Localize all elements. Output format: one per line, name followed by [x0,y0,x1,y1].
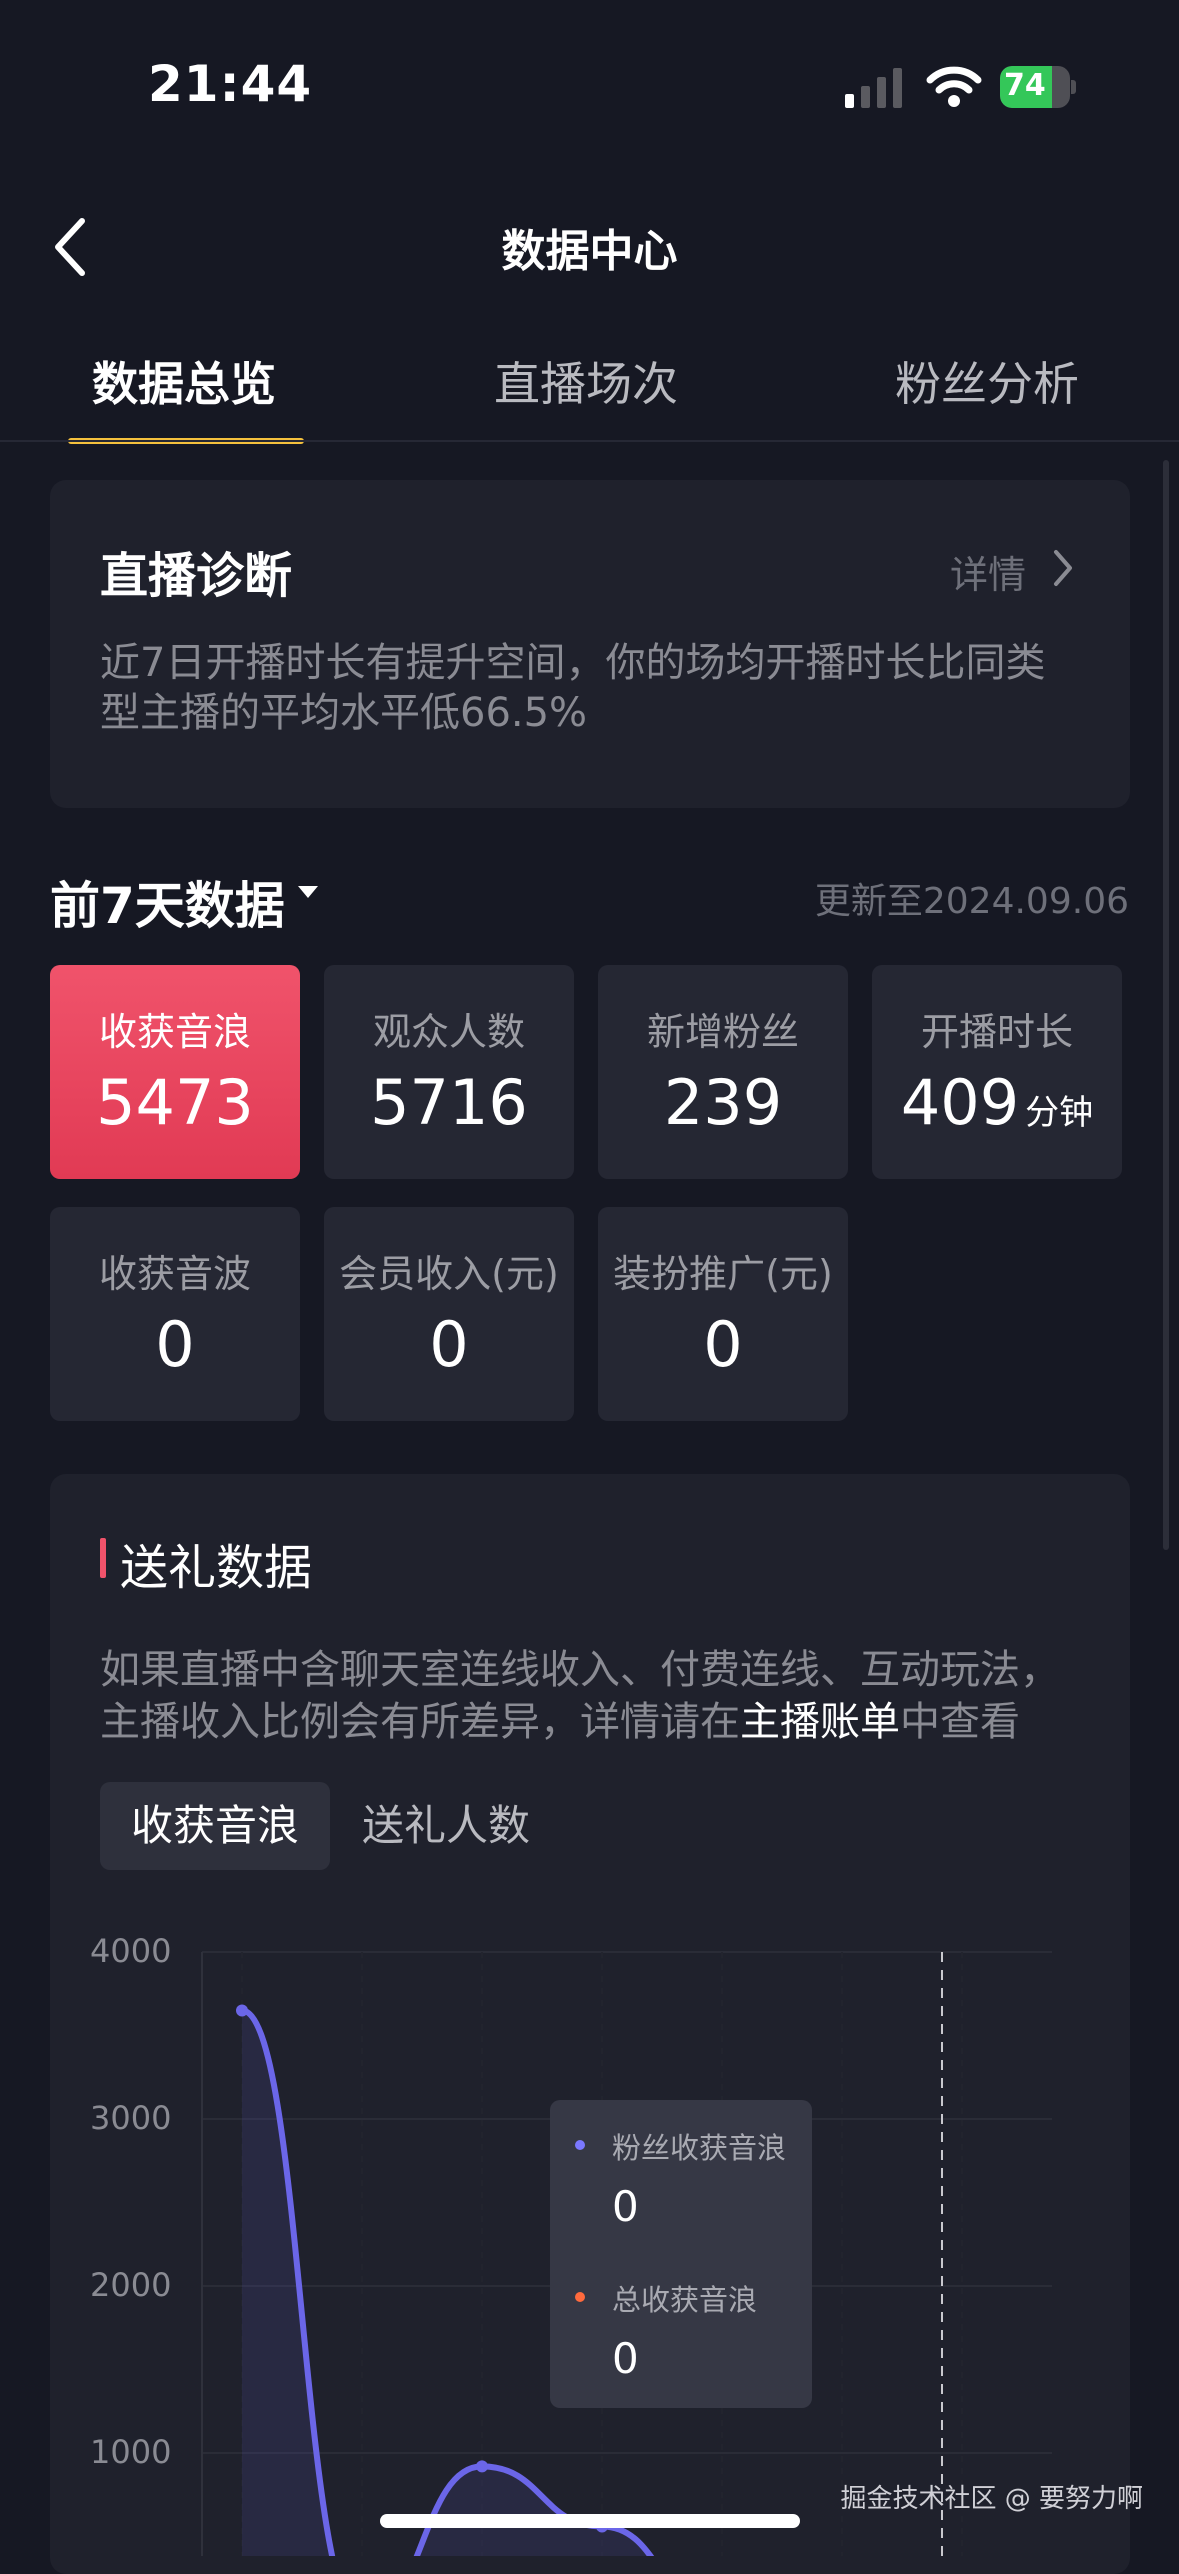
stat-unit: 分钟 [1025,1093,1094,1133]
stat-label: 开播时长 [920,1010,1073,1054]
tab-live-sessions[interactable]: 直播场次 [494,348,678,414]
stat-card-new-fans[interactable]: 新增粉丝 239 [598,965,848,1179]
gift-description: 如果直播中含聊天室连线收入、付费连线、互动玩法，主播收入比例会有所差异，详情请在… [100,1647,1060,1745]
segment-gifters[interactable]: 送礼人数 [362,1782,530,1870]
chart-tooltip: 粉丝收获音浪 0 总收获音浪 0 [550,2100,812,2408]
y-tick-label: 4000 [90,1932,171,1970]
stat-label: 会员收入(元) [339,1252,559,1296]
battery-level: 74 [1004,68,1046,103]
stat-card-sound-waves[interactable]: 收获音波 0 [50,1207,300,1421]
update-time: 更新至2024.09.06 [814,881,1129,922]
stat-value: 5716 [370,1066,528,1139]
page-title: 数据中心 [501,226,678,277]
stat-value: 239 [663,1066,783,1139]
y-tick-label: 1000 [90,2433,171,2471]
data-point [476,2460,488,2473]
diagnosis-text: 近7日开播时长有提升空间，你的场均开播时长比同类型主播的平均水平低66.5% [100,640,1046,736]
y-tick-label: 3000 [90,2099,171,2137]
diagnosis-detail-link[interactable]: 详情 [950,544,1026,599]
watermark: 掘金技术社区 @ 要努力啊 [840,2484,1143,2514]
stat-card-decoration-promo[interactable]: 装扮推广(元) 0 [598,1207,848,1421]
stat-value: 5473 [96,1066,254,1139]
stat-label: 收获音浪 [98,1010,251,1054]
caret-down-icon[interactable] [298,886,318,900]
stat-label: 装扮推广(元) [613,1252,833,1296]
stat-card-diamonds[interactable]: 收获音浪 5473 [50,965,300,1179]
data-point [236,2004,248,2017]
section-accent-bar [100,1538,106,1578]
stat-value: 0 [155,1308,195,1381]
wifi-icon [926,66,982,107]
period-selector[interactable]: 前7天数据 [50,866,285,938]
stat-card-membership-income[interactable]: 会员收入(元) 0 [324,1207,574,1421]
series-dot-fans [575,2140,585,2150]
home-indicator[interactable] [380,2514,800,2528]
y-tick-label: 2000 [90,2266,171,2304]
chevron-right-icon[interactable] [1052,548,1074,588]
stat-label: 新增粉丝 [646,1010,799,1054]
stat-label: 观众人数 [372,1010,525,1054]
stat-card-viewers[interactable]: 观众人数 5716 [324,965,574,1179]
tooltip-label: 粉丝收获音浪 [612,2131,787,2165]
stat-label: 收获音波 [98,1252,251,1296]
segment-diamonds[interactable]: 收获音浪 [100,1782,330,1870]
stat-card-live-duration[interactable]: 开播时长 409 分钟 [872,965,1122,1179]
stat-value: 0 [429,1308,469,1381]
signal-icon [845,68,902,108]
tab-fans-analysis[interactable]: 粉丝分析 [895,348,1079,414]
tooltip-label: 总收获音浪 [612,2283,758,2317]
diagnosis-title: 直播诊断 [100,548,293,604]
tab-overview[interactable]: 数据总览 [92,348,276,414]
tooltip-value: 0 [612,2182,639,2231]
gift-section-title: 送礼数据 [120,1540,313,1596]
scrollbar[interactable] [1163,460,1169,1550]
anchor-bill-link[interactable]: 主播账单 [740,1699,900,1745]
tab-divider [0,440,1179,442]
series-dot-total [575,2292,585,2302]
status-time: 21:44 [148,55,313,113]
stat-value: 409 [900,1066,1020,1139]
tooltip-value: 0 [612,2334,639,2383]
stat-value: 0 [703,1308,743,1381]
battery-icon: 74 [1000,66,1076,108]
